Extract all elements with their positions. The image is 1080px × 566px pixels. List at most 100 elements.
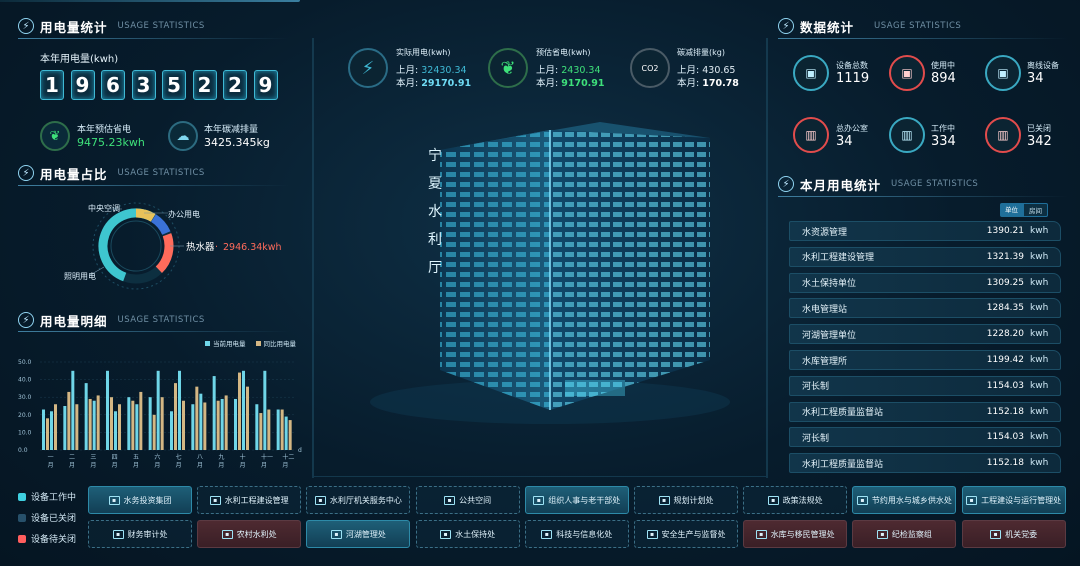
saving-label: 本年预估省电 (77, 125, 132, 135)
month-usage-row[interactable]: 水库管理所 1199.42 kwh (789, 350, 1061, 370)
leaf-icon: ❦ (488, 48, 528, 88)
row-unit: kwh (1030, 458, 1049, 469)
department-label: 组织人事与老干部处 (548, 495, 621, 505)
counter-digit: 1 (40, 70, 64, 100)
row-value: 1309.25 (986, 277, 1024, 288)
department-button[interactable]: ▪ 组织人事与老干部处 (524, 486, 629, 514)
month-usage-row[interactable]: 水利工程建设管理 1321.39 kwh (789, 246, 1061, 267)
building-sign-5: 厅 (428, 260, 442, 276)
department-label: 科技与信息化处 (556, 529, 613, 539)
row-value: 1284.35 (986, 303, 1024, 314)
month-stats-header: ⚡ 本月用电统计 USAGE STATISTICS (778, 173, 978, 195)
department-label: 水库与移民管理处 (770, 529, 835, 539)
counter-digit: 3 (131, 70, 156, 100)
bar-current (127, 397, 131, 450)
department-button[interactable]: ▪ 机关党委 (961, 520, 1066, 548)
month-usage-row[interactable]: 河长制 1154.03 kwh (789, 427, 1061, 448)
water-heater-value: 2946.34kwh (223, 242, 282, 253)
department-label: 工程建设与运行管理处 (981, 495, 1062, 505)
department-button[interactable]: ▪ 农村水利处 (197, 520, 302, 548)
bar-current (106, 370, 109, 450)
bar-current (263, 370, 267, 450)
bar-compare (174, 383, 177, 450)
device-icon: ▪ (876, 529, 888, 539)
row-unit: kwh (1030, 226, 1049, 236)
department-button[interactable]: ▪ 水库与移民管理处 (743, 520, 848, 548)
bar-current (242, 370, 245, 450)
counter-digit: 9 (253, 70, 278, 100)
month-usage-row[interactable]: 河长制 1154.03 kwh (789, 375, 1061, 396)
ds-value-3: 34 (1027, 71, 1044, 86)
ds-label-4: 总办公室 (836, 124, 868, 133)
row-name: 水库管理所 (802, 356, 848, 367)
unit-room-toggle[interactable]: 单位 房间 (1000, 203, 1048, 217)
x-tick-label: 一 (48, 454, 54, 461)
toggle-room[interactable]: 房间 (1023, 203, 1048, 217)
department-button[interactable]: ▪ 公共空间 (415, 486, 520, 514)
bolt-icon: ⚡ (18, 165, 34, 181)
label-lighting: 照明用电 (64, 271, 96, 281)
bar-current (114, 411, 117, 450)
bar-compare (224, 395, 228, 450)
month-usage-row[interactable]: 水电管理站 1284.35 kwh (789, 298, 1061, 319)
department-button[interactable]: ▪ 安全生产与监督处 (634, 520, 738, 548)
month-usage-row[interactable]: 河湖管理单位 1228.20 kwh (789, 324, 1061, 345)
department-button[interactable]: ▪ 水土保持处 (415, 520, 520, 548)
month-usage-row[interactable]: 水利工程质量监督站 1152.18 kwh (789, 453, 1061, 474)
department-button[interactable]: ▪ 规划计划处 (634, 486, 738, 514)
row-name: 水资源管理 (802, 227, 848, 238)
month-usage-row[interactable]: 水资源管理 1390.21 kwh (789, 221, 1061, 241)
legend-compare-label: 同比用电量 (263, 340, 297, 348)
department-button[interactable]: ▪ 河湖管理处 (306, 520, 411, 548)
ds-label-6: 已关闭 (1027, 124, 1051, 133)
divider (778, 196, 1068, 197)
row-unit: kwh (1030, 303, 1049, 314)
saved-this-value: 9170.91 (561, 78, 605, 89)
device-icon: ▪ (444, 495, 456, 505)
row-unit: kwh (1030, 406, 1049, 417)
bar-current (84, 383, 88, 450)
y-tick-label: 20.0 (18, 412, 32, 419)
x-tick-label: 三 (90, 454, 96, 461)
bolt-icon: ⚡ (778, 18, 794, 34)
saved-last: 上月: 2430.34 (536, 62, 601, 76)
department-button[interactable]: ▪ 水务投资集团 (88, 486, 192, 514)
bolt-icon: ⚡ (18, 18, 34, 34)
label-office: 办公用电 (168, 209, 200, 219)
cloud-icon: ☁ (168, 121, 198, 151)
department-button[interactable]: ▪ 纪检监察组 (852, 520, 957, 548)
device-icon: ▪ (541, 529, 553, 539)
legend-working: 设备工作中 (18, 490, 76, 503)
department-button[interactable]: ▪ 工程建设与运行管理处 (961, 486, 1066, 514)
bar-compare (67, 391, 71, 450)
department-button[interactable]: ▪ 水利工程建设管理 (197, 486, 302, 514)
row-name: 水利工程建设管理 (802, 253, 875, 264)
x-tick-label-suffix: 月 (112, 462, 118, 469)
carbon-this-value: 170.78 (702, 78, 739, 89)
building-sign-4: 利 (428, 232, 442, 248)
device-icon: ▪ (112, 529, 124, 539)
department-button[interactable]: ▪ 财务审计处 (88, 520, 192, 548)
counter-digit: 6 (101, 70, 125, 100)
actual-this: 本月: 29170.91 (396, 75, 471, 89)
divider (778, 38, 1068, 39)
department-button[interactable]: ▪ 水利厅机关服务中心 (306, 486, 411, 514)
bar-compare (96, 395, 100, 450)
counter-digit: 9 (70, 70, 95, 100)
x-tick-label-suffix: 月 (69, 462, 75, 469)
row-name: 水利工程质量监督站 (802, 459, 884, 470)
department-button[interactable]: ▪ 节约用水与城乡供水处 (852, 486, 957, 514)
department-button[interactable]: ▪ 科技与信息化处 (524, 520, 629, 548)
x-tick-label: 七 (176, 453, 182, 461)
device-icon: ▪ (990, 529, 1002, 539)
month-usage-row[interactable]: 水土保持单位 1309.25 kwh (789, 272, 1061, 293)
department-button[interactable]: ▪ 政策法规处 (743, 486, 848, 514)
saving-value: 9475.23kwh (77, 136, 145, 149)
bar-current (148, 397, 152, 450)
bar-compare (54, 404, 57, 450)
month-usage-row[interactable]: 水利工程质量监督站 1152.18 kwh (789, 401, 1061, 422)
toggle-unit[interactable]: 单位 (1000, 203, 1023, 217)
ds-label-3: 离线设备 (1027, 61, 1059, 70)
y-tick-label: 10.0 (18, 429, 32, 436)
divider (18, 38, 290, 39)
